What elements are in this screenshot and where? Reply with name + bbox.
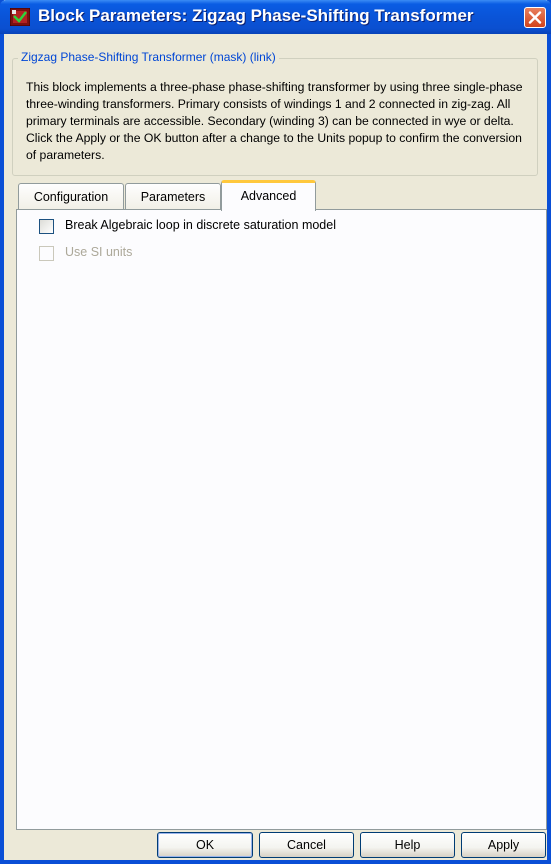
break-algebraic-loop-label: Break Algebraic loop in discrete saturat… xyxy=(65,218,336,232)
close-button[interactable] xyxy=(524,7,546,28)
close-icon xyxy=(528,11,542,24)
mask-group-label: Zigzag Phase-Shifting Transformer (mask)… xyxy=(18,50,279,64)
simulink-block-icon xyxy=(9,7,31,27)
tab-advanced[interactable]: Advanced xyxy=(221,180,316,211)
title-bar[interactable]: Block Parameters: Zigzag Phase-Shifting … xyxy=(0,0,551,34)
window-title: Block Parameters: Zigzag Phase-Shifting … xyxy=(38,6,474,25)
tab-configuration[interactable]: Configuration xyxy=(18,183,124,210)
break-algebraic-loop-checkbox[interactable] xyxy=(39,219,54,234)
use-si-units-label: Use SI units xyxy=(65,245,133,259)
tab-parameters[interactable]: Parameters xyxy=(125,183,221,210)
mask-description: This block implements a three-phase phas… xyxy=(26,80,523,162)
ok-button[interactable]: OK xyxy=(157,832,253,858)
advanced-tab-panel: Break Algebraic loop in discrete saturat… xyxy=(16,209,547,830)
apply-button[interactable]: Apply xyxy=(461,832,546,858)
help-button[interactable]: Help xyxy=(360,832,455,858)
use-si-units-checkbox xyxy=(39,246,54,261)
cancel-button[interactable]: Cancel xyxy=(259,832,354,858)
